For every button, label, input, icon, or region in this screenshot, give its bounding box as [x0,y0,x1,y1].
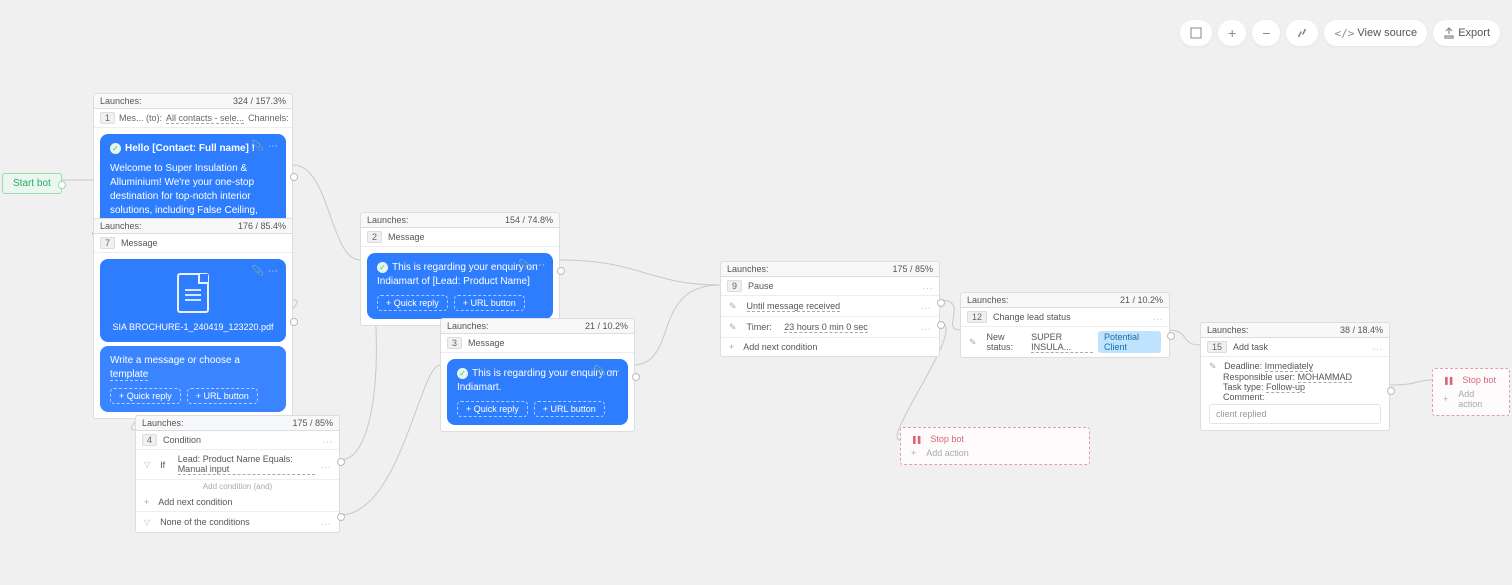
launches-bar: Launches:175 / 85% [720,261,940,277]
add-next-condition[interactable]: Add next condition [136,493,339,512]
node-2-message[interactable]: Launches:154 / 74.8% 2Message 📎⋯ ✓This i… [360,212,560,326]
url-button[interactable]: URL button [534,401,605,417]
node-9-pause[interactable]: Launches:175 / 85% 9Pause Until message … [720,261,940,357]
add-action-row[interactable]: Add action [1433,387,1509,411]
status-tag: Potential Client [1098,331,1161,353]
start-bot-node[interactable]: Start bot [2,173,62,194]
add-action-row[interactable]: Add action [901,446,1089,460]
start-bot-label: Start bot [13,178,51,189]
settings-button[interactable] [1286,20,1318,46]
node-7-header: 7Message [94,234,292,253]
none-condition[interactable]: None of the conditions [136,512,339,532]
node-3-message[interactable]: Launches:21 / 10.2% 3Message 📎⋯ ✓This is… [440,318,635,432]
launches-bar: Launches:175 / 85% [135,415,340,431]
launches-bar: Launches:38 / 18.4% [1200,322,1390,338]
stop-bot-1[interactable]: Stop bot Add action [900,427,1090,465]
more-icon: ⋯ [610,365,620,379]
view-source-button[interactable]: </> View source [1324,20,1427,46]
node-7-write-bubble: Write a message or choose a template Qui… [100,346,286,412]
node-1-header: 1 Mes... (to): All contacts - sele... Ch… [94,109,292,128]
launches-bar: Launches:154 / 74.8% [360,212,560,228]
add-and-cond[interactable]: Add condition (and) [136,480,339,493]
zoom-in-button[interactable]: + [1218,20,1246,46]
timer-row[interactable]: Timer: 23 hours 0 min 0 sec [721,317,939,338]
node-4-condition[interactable]: Launches:175 / 85% 4Condition If Lead: P… [135,415,340,533]
export-button[interactable]: Export [1433,20,1500,46]
stop-bot-row[interactable]: Stop bot [901,432,1089,446]
more-icon: ⋯ [268,265,278,279]
toolbar: + − </> View source Export [1180,20,1500,46]
node-3-bubble: 📎⋯ ✓This is regarding your enquiry on In… [447,359,628,425]
attachment-icon: 📎 [252,140,264,154]
node-2-bubble: 📎⋯ ✓This is regarding your enquiry on In… [367,253,553,319]
new-status-row[interactable]: New status: SUPER INSULA... Potential Cl… [961,327,1169,357]
url-button[interactable]: URL button [454,295,525,311]
node-15-add-task[interactable]: Launches:38 / 18.4% 15Add task Deadline:… [1200,322,1390,431]
quick-reply-button[interactable]: Quick reply [110,388,181,404]
url-button[interactable]: URL button [187,388,258,404]
launches-bar: Launches:324 / 157.3% [93,93,293,109]
node-7-file-bubble: 📎⋯ SIA BROCHURE-1_240419_123220.pdf [100,259,286,342]
more-icon: ⋯ [268,140,278,154]
node-7-message[interactable]: Launches:176 / 85.4% 7Message 📎⋯ SIA BRO… [93,218,293,419]
stop-bot-2[interactable]: Stop bot Add action [1432,368,1510,416]
until-msg-row[interactable]: Until message received [721,296,939,317]
attachment-icon: 📎 [252,265,264,279]
add-next-condition[interactable]: Add next condition [721,338,939,356]
stop-bot-row[interactable]: Stop bot [1433,373,1509,387]
zoom-out-button[interactable]: − [1252,20,1280,46]
task-comment[interactable]: client replied [1209,404,1381,424]
node-12-change-status[interactable]: Launches:21 / 10.2% 12Change lead status… [960,292,1170,358]
condition-row[interactable]: If Lead: Product Name Equals: Manual inp… [136,450,339,480]
launches-bar: Launches:21 / 10.2% [440,318,635,334]
attachment-icon: 📎 [594,365,606,379]
quick-reply-button[interactable]: Quick reply [457,401,528,417]
fullscreen-button[interactable] [1180,20,1212,46]
launches-bar: Launches:21 / 10.2% [960,292,1170,308]
more-icon: ⋯ [535,259,545,273]
file-icon [177,273,209,313]
quick-reply-button[interactable]: Quick reply [377,295,448,311]
launches-bar: Launches:176 / 85.4% [93,218,293,234]
attachment-icon: 📎 [519,259,531,273]
